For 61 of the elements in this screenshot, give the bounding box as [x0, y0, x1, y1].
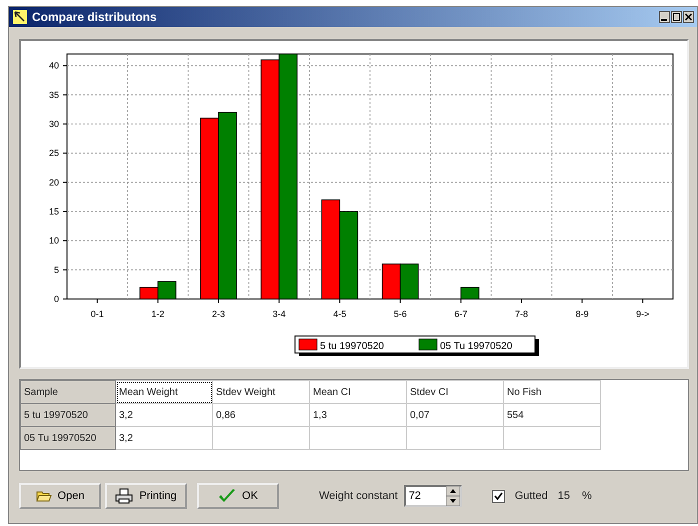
y-tick-label: 20	[48, 177, 59, 188]
x-tick-label: 4-5	[333, 309, 346, 319]
folder-icon	[36, 490, 52, 502]
gutted-value: 15	[558, 490, 570, 502]
y-tick-label: 15	[48, 206, 59, 216]
bar	[158, 281, 176, 300]
row-header: 5 tu 19970520	[20, 404, 116, 426]
column-header: Mean Weight	[116, 380, 212, 404]
printer-icon	[115, 488, 134, 504]
table-cell: 0,07	[406, 404, 504, 426]
x-tick-label: 1-2	[151, 309, 164, 319]
legend-swatch	[418, 338, 438, 350]
maximize-icon[interactable]	[671, 11, 682, 23]
checkmark-icon	[218, 488, 236, 504]
x-tick-label: 3-4	[272, 309, 286, 319]
percent-unit: %	[582, 490, 592, 502]
y-tick-label: 5	[54, 264, 59, 275]
weight-constant-spinner[interactable]: 72	[404, 485, 462, 507]
legend-swatch	[298, 338, 318, 350]
x-tick-label: 6-7	[454, 309, 468, 319]
bar	[140, 286, 158, 300]
column-header: Stdev Weight	[212, 380, 310, 404]
minimize-icon[interactable]	[659, 11, 670, 23]
table-cell: 3,2	[116, 426, 212, 450]
y-tick-label: 25	[48, 148, 59, 158]
gutted-label: Gutted	[514, 490, 548, 502]
bar	[460, 286, 480, 300]
y-tick-label: 0	[54, 294, 59, 304]
table-cell: 3,2	[116, 404, 212, 426]
bar	[382, 264, 401, 300]
y-tick-label: 10	[48, 236, 59, 246]
x-tick-label: 8-9	[576, 309, 589, 319]
spin-arrows-icon[interactable]	[446, 486, 460, 506]
table-cell: 1,3	[310, 404, 406, 426]
y-tick-label: 40	[48, 60, 59, 71]
print-button[interactable]: Printing	[105, 483, 187, 509]
x-tick-label: 9->	[636, 309, 650, 319]
legend-label: 05 Tu 19970520	[440, 341, 512, 352]
column-header: No Fish	[504, 380, 600, 404]
app-icon	[12, 9, 28, 25]
column-header: Sample	[20, 380, 116, 404]
y-tick-label: 30	[48, 119, 59, 129]
gutted-checkbox[interactable]	[492, 490, 505, 502]
x-tick-label: 5-6	[394, 309, 407, 319]
ok-button[interactable]: OK	[197, 483, 279, 509]
close-icon[interactable]	[683, 11, 694, 23]
table-cell: 554	[504, 404, 600, 426]
legend-label: 5 tu 19970520	[320, 341, 384, 352]
x-tick-label: 7-8	[515, 309, 528, 319]
x-tick-label: 2-3	[212, 309, 225, 319]
table-cell: 0,86	[212, 404, 310, 426]
column-header: Stdev CI	[406, 380, 504, 404]
y-tick-label: 35	[48, 90, 59, 100]
row-header: 05 Tu 19970520	[20, 426, 116, 450]
window-title: Compare distributons	[32, 10, 158, 24]
x-tick-label: 0-1	[90, 309, 104, 319]
bar	[400, 264, 419, 300]
check-icon	[494, 492, 503, 500]
weight-constant-label: Weight constant	[319, 490, 398, 502]
column-header: Mean CI	[310, 380, 406, 404]
open-button[interactable]: Open	[19, 483, 101, 509]
